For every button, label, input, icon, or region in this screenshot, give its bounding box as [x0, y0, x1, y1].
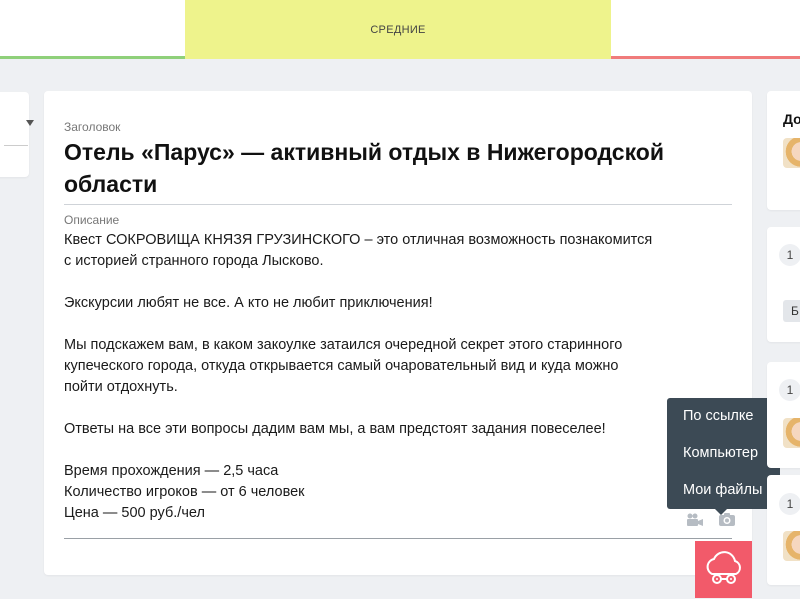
right-card: 1	[767, 362, 800, 468]
menu-item-my-files[interactable]: Мои файлы	[683, 482, 762, 498]
description-paragraph: Экскурсии любят не все. А кто не любит п…	[64, 295, 433, 311]
tag-badge[interactable]: Б	[783, 300, 800, 322]
status-bar-middle-segment: СРЕДНИЕ	[185, 0, 611, 59]
description-paragraph: Ответы на все эти вопросы дадим вам мы, …	[64, 421, 606, 437]
post-editor-card: Заголовок Отель «Парус» — активный отдых…	[44, 91, 752, 575]
status-bar-red-segment	[611, 56, 800, 59]
upload-source-menu: По ссылке Компьютер Мои файлы	[667, 398, 780, 515]
right-card-title: До	[783, 111, 800, 127]
status-bar: СРЕДНИЕ	[0, 0, 800, 59]
title-field-label: Заголовок	[64, 120, 121, 134]
video-camera-icon[interactable]	[686, 513, 704, 532]
avatar[interactable]	[783, 138, 800, 168]
count-badge: 1	[779, 379, 800, 401]
description-paragraph: Время прохождения — 2,5 часа Количество …	[64, 463, 305, 521]
count-badge: 1	[779, 244, 800, 266]
status-bar-green-segment	[0, 56, 185, 59]
avatar[interactable]	[783, 418, 800, 448]
description-paragraph: Квест СОКРОВИЩА КНЯЗЯ ГРУЗИНСКОГО – это …	[64, 232, 653, 269]
chevron-down-icon[interactable]	[26, 120, 34, 126]
menu-item-by-link[interactable]: По ссылке	[683, 408, 753, 424]
menu-item-computer[interactable]: Компьютер	[683, 445, 758, 461]
media-attach-icons	[686, 512, 736, 532]
description-paragraph: Мы подскажем вам, в каком закоулке затаи…	[64, 337, 623, 395]
cloud-upload-icon	[702, 548, 746, 591]
right-card: 1 Б	[767, 227, 800, 342]
description-field-label: Описание	[64, 213, 120, 227]
right-card: 1	[767, 475, 800, 585]
photo-camera-icon[interactable]	[718, 512, 736, 532]
avatar[interactable]	[783, 531, 800, 561]
right-card: До	[767, 91, 800, 210]
description-field[interactable]: Квест СОКРОВИЩА КНЯЗЯ ГРУЗИНСКОГО – это …	[64, 230, 704, 524]
title-field[interactable]: Отель «Парус» — активный отдых в Нижегор…	[64, 136, 724, 200]
description-underline	[64, 538, 732, 539]
count-badge: 1	[779, 493, 800, 515]
left-panel-divider	[4, 145, 28, 146]
left-panel-card	[0, 92, 34, 177]
status-label: СРЕДНИЕ	[370, 23, 426, 36]
upload-button[interactable]	[695, 541, 752, 598]
title-underline	[64, 204, 732, 205]
